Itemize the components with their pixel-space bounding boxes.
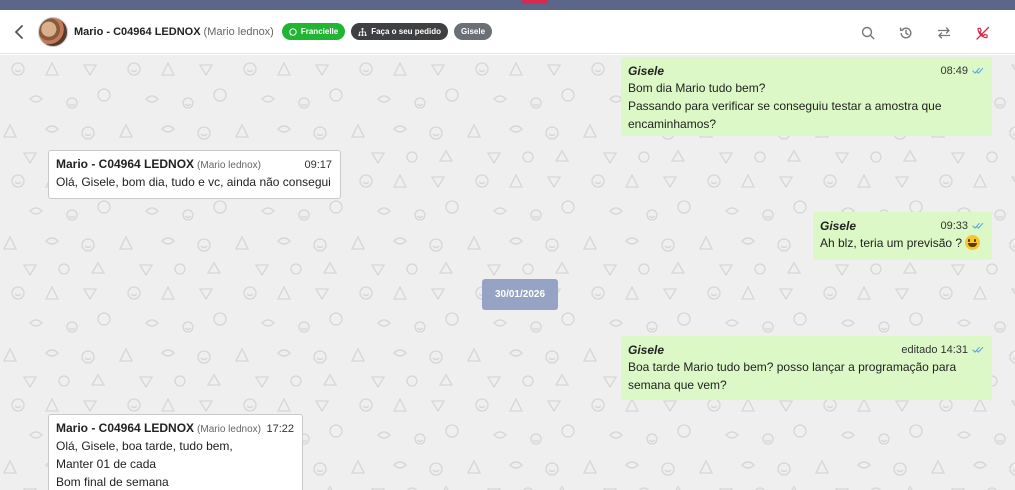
chat-header: Mario - C04964 LEDNOX (Mario lednox) Fra… [0, 10, 1015, 54]
order-tag-label: Faça o seu pedido [371, 27, 442, 36]
header-actions [849, 22, 1001, 44]
message-text-line: encaminhamos? [628, 117, 717, 131]
message-sender: Mario - C04964 LEDNOX (Mario lednox) [56, 155, 261, 175]
message-bubble-outgoing[interactable]: Gisele 09:33 Ah blz, teria um previsão ? [813, 212, 992, 260]
avatar[interactable] [38, 16, 68, 47]
back-button[interactable] [10, 21, 28, 43]
message-text-line: Boa tarde Mario tudo bem? posso lançar a… [628, 360, 957, 374]
message-text-line: Ah blz, teria um previsão ? [820, 234, 984, 252]
message-text-line: Manter 01 de cada [56, 457, 157, 471]
contact-subname: (Mario lednox) [203, 25, 274, 38]
message-bubble-outgoing[interactable]: Gisele editado 14:31 Boa tarde Mario tud… [621, 336, 992, 400]
message-text-line: semana que vem? [628, 378, 727, 392]
double-check-icon [972, 222, 984, 229]
sitemap-icon [358, 27, 367, 36]
search-button[interactable] [849, 22, 887, 44]
message-sender-subname: (Mario lednox) [197, 160, 261, 171]
message-text: Ah blz, teria um previsão ? [820, 236, 963, 250]
top-strip [0, 0, 1015, 10]
double-check-icon [972, 67, 984, 74]
message-edited-label: editado [901, 344, 938, 356]
history-button[interactable] [887, 22, 925, 44]
date-separator: 30/01/2026 [482, 279, 558, 310]
message-text-line: Olá, Gisele, bom dia, tudo e vc, ainda n… [56, 175, 331, 189]
message-sender-name: Mario - C04964 LEDNOX [56, 421, 195, 435]
message-sender: Gisele [628, 64, 665, 78]
message-text-line: Olá, Gisele, boa tarde, tudo bem, [56, 439, 233, 453]
message-time: 17:22 [266, 423, 294, 435]
contact-name[interactable]: Mario - C04964 LEDNOX [74, 26, 201, 38]
back-arrow-icon [15, 24, 23, 39]
chat-area[interactable]: Gisele 08:49 Bom dia Mario tudo bem? Pas… [0, 55, 1015, 490]
message-bubble-incoming[interactable]: Mario - C04964 LEDNOX (Mario lednox) 09:1… [48, 150, 341, 199]
end-chat-button[interactable] [963, 22, 1001, 44]
order-tag[interactable]: Faça o seu pedido [351, 23, 449, 40]
history-icon [899, 27, 912, 39]
message-meta: editado 14:31 [901, 341, 984, 359]
phone-off-icon [975, 26, 989, 40]
message-sender: Mario - C04964 LEDNOX (Mario lednox) [56, 419, 261, 439]
double-check-icon [972, 346, 984, 353]
message-text-line: Passando para verificar se conseguiu tes… [628, 99, 942, 113]
message-bubble-outgoing[interactable]: Gisele 08:49 Bom dia Mario tudo bem? Pas… [621, 57, 992, 136]
whatsapp-icon [289, 27, 297, 36]
message-meta: 08:49 [940, 62, 984, 80]
message-sender: Gisele [820, 219, 857, 233]
search-icon [861, 26, 875, 40]
whatsapp-tag-label: Francielle [300, 27, 339, 36]
message-text-line: Bom final de semana [56, 475, 169, 489]
whatsapp-tag[interactable]: Francielle [281, 23, 346, 40]
message-sender-subname: (Mario lednox) [197, 424, 261, 435]
message-bubble-incoming[interactable]: Mario - C04964 LEDNOX (Mario lednox) 17:2… [48, 414, 303, 490]
grinning-emoji-icon [965, 235, 981, 250]
message-time: 14:31 [940, 344, 968, 356]
message-sender: Gisele [628, 343, 665, 357]
agent-tag-label: Gisele [461, 27, 486, 36]
agent-tag[interactable]: Gisele [454, 23, 493, 40]
message-time: 09:17 [304, 159, 332, 171]
transfer-button[interactable] [925, 22, 963, 44]
message-meta: 09:33 [940, 217, 984, 235]
transfer-icon [937, 27, 951, 39]
message-time: 08:49 [940, 65, 968, 77]
top-notch [522, 0, 548, 4]
message-sender-name: Mario - C04964 LEDNOX [56, 157, 195, 171]
message-time: 09:33 [940, 220, 968, 232]
message-text-line: Bom dia Mario tudo bem? [628, 81, 766, 95]
